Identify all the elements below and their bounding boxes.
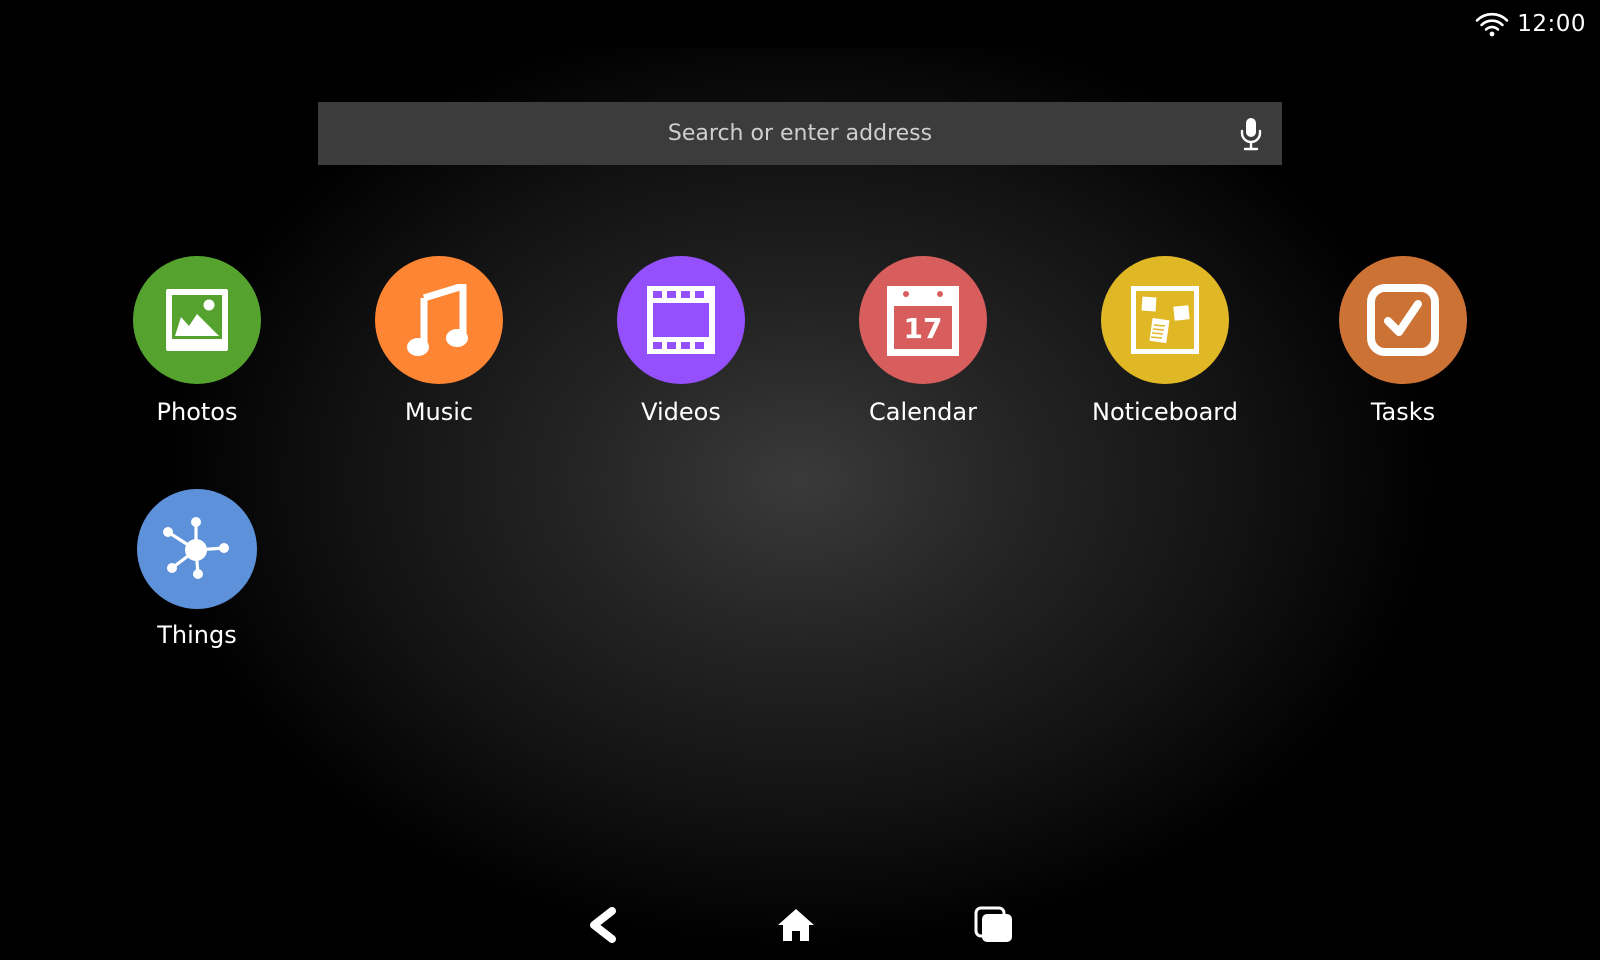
calendar-icon: 17 [887,286,959,356]
status-indicators: 12:00 [1475,10,1586,38]
tasks-app-circle [1339,256,1467,384]
app-photos[interactable]: Photos [97,256,297,426]
noticeboard-app-circle [1101,256,1229,384]
calendar-date-badge: 17 [904,312,943,345]
photos-icon [166,289,228,351]
checkbox-icon [1367,284,1439,356]
home-icon [778,909,814,941]
search-bar [318,102,1282,165]
film-strip-icon [647,286,715,354]
app-label-things: Things [157,621,237,649]
recents-icon [974,906,1012,942]
microphone-icon [1240,118,1262,151]
microphone-button[interactable] [1236,116,1266,152]
videos-app-circle [617,256,745,384]
app-things[interactable]: Things [97,489,297,649]
recents-button[interactable] [970,902,1018,948]
app-label-photos: Photos [156,398,238,426]
app-label-tasks: Tasks [1370,398,1436,426]
photos-app-circle [133,256,261,384]
clock: 12:00 [1517,11,1586,37]
app-label-music: Music [404,398,474,426]
home-screen: 12:00 Photos [0,0,1600,960]
music-note-icon [407,284,468,356]
back-button[interactable] [579,902,627,948]
app-music[interactable]: Music [339,256,539,426]
calendar-app-circle: 17 [859,256,987,384]
search-input[interactable] [318,102,1282,165]
wifi-icon [1475,12,1509,37]
home-button[interactable] [772,902,820,948]
status-bar: 12:00 [0,0,1600,48]
app-label-videos: Videos [641,398,721,426]
app-label-calendar: Calendar [869,398,977,426]
music-app-circle [375,256,503,384]
connected-nodes-icon [163,517,229,579]
navigation-bar [0,888,1600,960]
app-label-noticeboard: Noticeboard [1092,398,1238,426]
app-noticeboard[interactable]: Noticeboard [1065,256,1265,426]
app-calendar[interactable]: 17 Calendar [823,256,1023,426]
app-tasks[interactable]: Tasks [1303,256,1503,426]
things-app-circle [137,489,257,609]
back-icon [590,907,616,943]
noticeboard-icon [1131,286,1199,354]
app-videos[interactable]: Videos [581,256,781,426]
